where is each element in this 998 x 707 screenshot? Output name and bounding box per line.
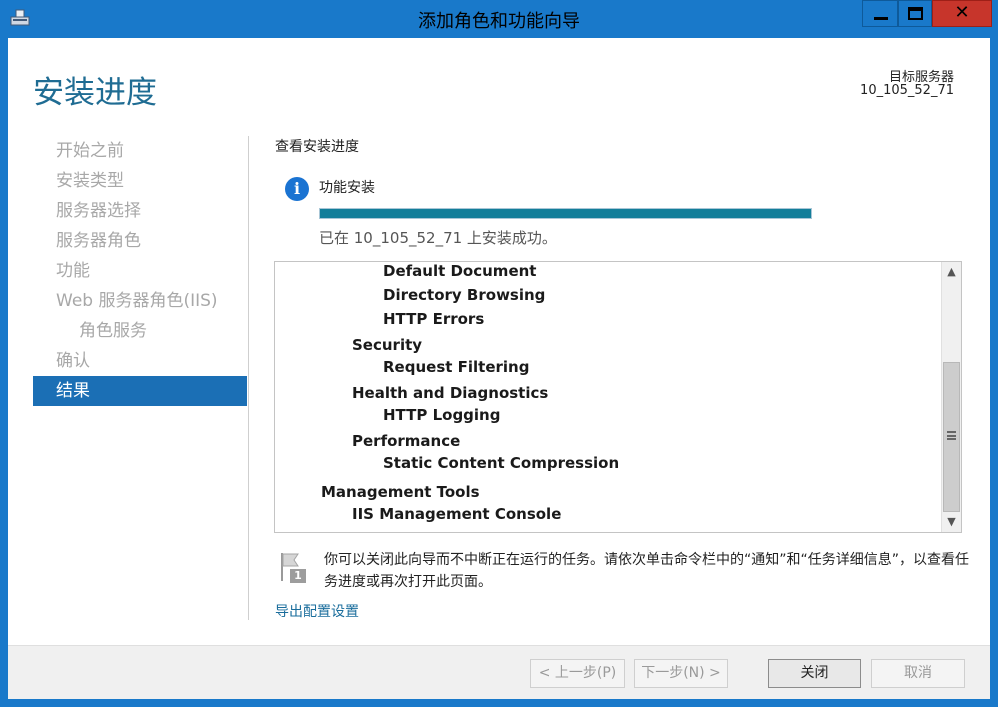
wizard-client-area: 安装进度 目标服务器 10_105_52_71 开始之前 安装类型 服务器选择 …: [8, 38, 990, 699]
notification-count-badge: 1: [294, 569, 302, 582]
scroll-down-arrow-icon[interactable]: ▼: [942, 512, 961, 532]
progress-fill: [320, 209, 811, 218]
nav-item-role-services[interactable]: 角色服务: [33, 316, 247, 346]
nav-item-server-roles[interactable]: 服务器角色: [33, 226, 247, 256]
list-item: Health and Diagnostics: [352, 384, 549, 402]
list-item: Static Content Compression: [383, 454, 620, 472]
nav-item-web-server-role[interactable]: Web 服务器角色(IIS): [33, 286, 247, 316]
results-scrollbar[interactable]: ▲ ▼: [941, 262, 961, 532]
maximize-icon: [908, 7, 923, 20]
next-button[interactable]: 下一步(N) >: [634, 659, 728, 688]
scrollbar-grip-icon: [947, 431, 956, 440]
close-icon: ✕: [954, 2, 970, 23]
list-item: HTTP Logging: [383, 406, 501, 424]
nav-item-features[interactable]: 功能: [33, 256, 247, 286]
target-server-name: 10_105_52_71: [860, 83, 954, 98]
notice-text: 你可以关闭此向导而不中断正在运行的任务。请依次单击命令栏中的“通知”和“任务详细…: [324, 552, 970, 590]
install-progress-bar: [319, 208, 812, 219]
minimize-button[interactable]: [862, 0, 898, 27]
feature-install-label: 功能安装: [319, 180, 375, 196]
maximize-button[interactable]: [898, 0, 932, 27]
list-item: Management Tools: [321, 483, 480, 501]
export-configuration-link[interactable]: 导出配置设置: [275, 601, 359, 621]
page-title: 安装进度: [33, 75, 157, 111]
results-list[interactable]: Default Document Directory Browsing HTTP…: [274, 261, 962, 533]
list-item: Default Document: [383, 262, 537, 280]
wizard-footer: < 上一步(P) 下一步(N) > 关闭 取消: [8, 645, 990, 699]
nav-item-before-you-begin[interactable]: 开始之前: [33, 136, 247, 166]
window-title: 添加角色和功能向导: [418, 11, 580, 32]
list-item: Directory Browsing: [383, 286, 546, 304]
nav-item-server-selection[interactable]: 服务器选择: [33, 196, 247, 226]
previous-button[interactable]: < 上一步(P): [530, 659, 625, 688]
info-icon: i: [285, 177, 309, 201]
scroll-up-arrow-icon[interactable]: ▲: [942, 262, 961, 282]
scrollbar-thumb[interactable]: [943, 362, 960, 512]
list-item: Security: [352, 336, 423, 354]
list-item: HTTP Errors: [383, 310, 485, 328]
close-button[interactable]: 关闭: [768, 659, 861, 688]
list-item: IIS Management Console: [352, 505, 562, 523]
list-item: Request Filtering: [383, 358, 530, 376]
minimize-icon: [874, 17, 888, 20]
nav-item-installation-type[interactable]: 安装类型: [33, 166, 247, 196]
nav-item-confirmation[interactable]: 确认: [33, 346, 247, 376]
nav-divider: [248, 136, 249, 620]
wizard-nav: 开始之前 安装类型 服务器选择 服务器角色 功能 Web 服务器角色(IIS) …: [33, 136, 247, 406]
section-heading: 查看安装进度: [275, 139, 359, 155]
title-bar: 添加角色和功能向导 ✕: [0, 0, 998, 38]
close-window-button[interactable]: ✕: [932, 0, 992, 27]
cancel-button[interactable]: 取消: [871, 659, 965, 688]
list-item: Performance: [352, 432, 461, 450]
install-status-text: 已在 10_105_52_71 上安装成功。: [319, 229, 557, 247]
nav-item-results[interactable]: 结果: [33, 376, 247, 406]
